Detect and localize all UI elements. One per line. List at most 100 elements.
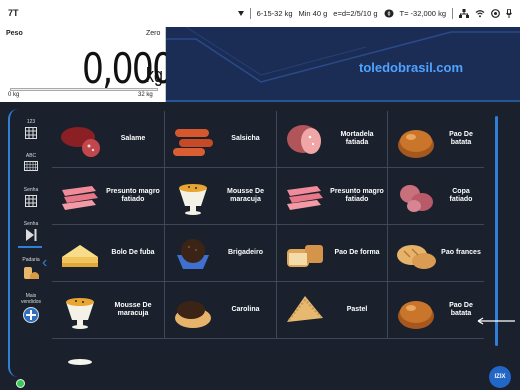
product-tile[interactable]: Salsicha [165, 111, 277, 168]
mousse-icon [179, 184, 207, 215]
product-tile[interactable]: Carolina [165, 282, 277, 339]
brand-header: toledobrasil.com [166, 27, 520, 102]
next-row-preview [52, 357, 484, 371]
product-name: Pastel [346, 305, 368, 313]
product-tile[interactable]: Pastel [277, 282, 388, 339]
product-name: Mousse De maracuja [114, 301, 152, 317]
keyboard-abc-button[interactable]: ABC [16, 153, 46, 171]
product-tile[interactable]: Pao De batata [388, 111, 484, 168]
tool-label: Mais vendidos [20, 293, 41, 305]
product-name: Pao De forma [334, 248, 380, 256]
microphone-icon[interactable] [506, 9, 512, 18]
sausage-icon [173, 129, 213, 156]
product-tile[interactable]: Pao De forma [277, 225, 388, 282]
product-name: Pao De batata [449, 301, 473, 317]
brigadeiro-icon [177, 239, 209, 269]
mortadella-icon [287, 125, 321, 154]
bowl-preview-icon [68, 359, 92, 365]
keypad-123-button[interactable]: 123 [16, 119, 46, 139]
weight-unit: kg [146, 65, 163, 87]
product-grid: Salame Salsicha Mortadela fatiada Pao De ba… [52, 111, 484, 357]
product-name: Mousse De maracuja [227, 187, 264, 203]
carolina-icon [175, 301, 211, 328]
separator [452, 8, 453, 19]
main-area: 123 ABC Senha Senha Padaria Mais vendido… [0, 102, 520, 390]
grid-scrollbar[interactable] [495, 116, 498, 346]
pastel-icon [287, 296, 323, 322]
status-tare: T= -32,000 kg [399, 9, 447, 18]
product-name: Bolo De fuba [111, 248, 155, 256]
product-tile[interactable]: Mousse De maracuja [52, 282, 165, 339]
bread-icon [24, 267, 39, 279]
keyboard-icon [24, 161, 38, 171]
zero-indicator: Zero [146, 30, 161, 37]
product-name: Mortadela fatiada [340, 130, 374, 146]
tool-label: 123 [26, 119, 36, 125]
dropdown-triangle-icon[interactable] [237, 11, 244, 16]
weight-label: Peso [6, 30, 23, 37]
product-tile[interactable]: Presunto magro fatiado [52, 168, 165, 225]
password-skip-button[interactable]: Senha [16, 221, 46, 241]
keypad-icon [25, 195, 37, 207]
potato-bread-icon [398, 130, 434, 158]
french-bread-icon [397, 245, 436, 269]
brand-logo-text: toledobrasil.com [359, 60, 464, 75]
product-tile[interactable]: Salame [52, 111, 165, 168]
product-name: Presunto magro fatiado [330, 187, 384, 203]
product-name: Salame [120, 134, 146, 142]
tool-label: Senha [23, 187, 39, 193]
star-icon [23, 307, 39, 323]
copa-icon [400, 185, 433, 212]
product-name: Presunto magro fatiado [106, 187, 160, 203]
pointer-arrow-icon [477, 317, 515, 325]
keypad-icon [25, 127, 37, 139]
header-decoration [166, 27, 520, 102]
network-icon [459, 9, 469, 18]
product-tile[interactable]: Pao De batata [388, 282, 484, 339]
izix-logo: IZIX [489, 366, 511, 388]
ham-slices-icon [287, 186, 323, 210]
product-name: Pao frances [441, 248, 481, 256]
wifi-icon [475, 10, 485, 18]
collapse-arrow-icon[interactable]: ‹ [42, 254, 47, 272]
password-keypad-button[interactable]: Senha [16, 187, 46, 207]
toolbar-divider [18, 246, 42, 248]
skip-icon [26, 229, 37, 241]
product-tile[interactable]: Presunto magro fatiado [277, 168, 388, 225]
settings-icon[interactable] [491, 9, 500, 18]
tare-icon: 0 [384, 9, 393, 18]
product-tile[interactable]: Copa fatiado [388, 168, 484, 225]
separator [249, 8, 251, 19]
status-time: 7T [8, 8, 19, 18]
product-name: Carolina [231, 305, 260, 313]
scale-max-label: 32 kg [138, 92, 153, 98]
mousse-icon [66, 298, 94, 329]
status-min: Min 40 g [298, 9, 328, 18]
ham-slices-icon [62, 186, 98, 210]
product-tile[interactable]: Bolo De fuba [52, 225, 165, 282]
product-tile[interactable]: Pao frances [388, 225, 484, 282]
cake-icon [62, 245, 98, 267]
product-tile[interactable]: Mortadela fatiada [277, 111, 388, 168]
left-toolbar: 123 ABC Senha Senha Padaria Mais vendido… [8, 109, 50, 377]
status-division: e=d=2/5/10 g [333, 9, 378, 18]
svg-text:0: 0 [387, 12, 390, 18]
potato-bread-icon [398, 301, 434, 329]
product-name: Brigadeiro [227, 248, 263, 256]
loaf-icon [287, 245, 323, 267]
tool-label: Padaria [22, 257, 40, 263]
status-right: 6-15-32 kg Min 40 g e=d=2/5/10 g 0 T= -3… [237, 8, 512, 19]
tool-label: ABC [25, 153, 37, 159]
product-tile[interactable]: Mousse De maracuja [165, 168, 277, 225]
load-bar [10, 88, 158, 91]
product-name: Pao De batata [449, 130, 473, 146]
salami-icon [61, 127, 100, 157]
best-sellers-button[interactable]: Mais vendidos [16, 293, 46, 323]
status-bar: 7T 6-15-32 kg Min 40 g e=d=2/5/10 g 0 T=… [0, 0, 520, 27]
scale-min-label: 0 kg [8, 92, 20, 98]
product-name: Copa fatiado [449, 187, 473, 203]
weight-panel: Peso Zero 0,000 kg 0 kg 32 kg [0, 27, 174, 102]
product-tile[interactable]: Brigadeiro [165, 225, 277, 282]
product-name: Salsicha [231, 134, 260, 142]
status-range: 6-15-32 kg [256, 9, 293, 18]
